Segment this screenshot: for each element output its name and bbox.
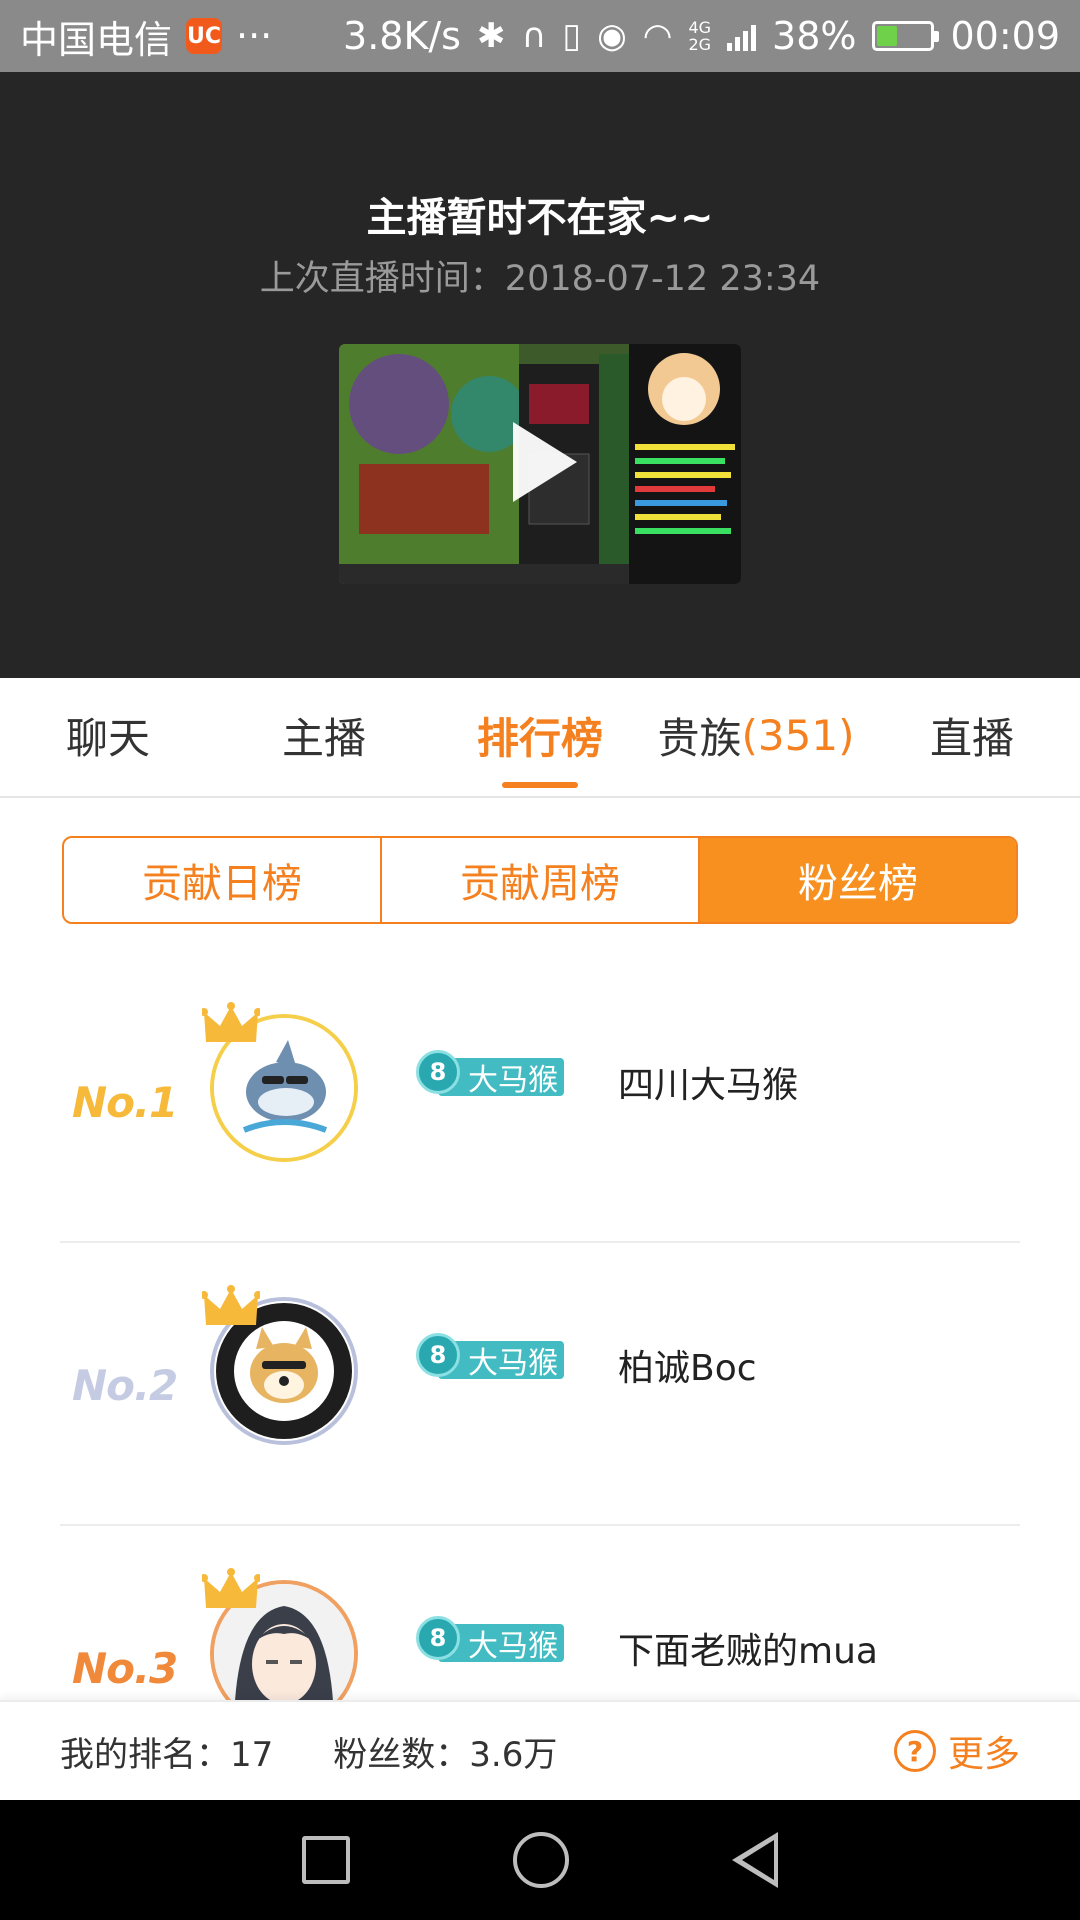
carrier-label: 中国电信 [20,17,173,62]
ranking-row[interactable]: No.2 8 大马猴 柏诚Boc [0,1243,1080,1526]
tab-bar: 聊天 主播 排行榜 贵族 (351) 直播 [0,678,1080,798]
net-speed: 3.8K/s [343,14,461,58]
network-type-icon: 4G 2G [688,19,711,53]
my-rank: 我的排名：17 [60,1734,274,1775]
rank-label: No.2 [72,1361,178,1410]
tab-chat-label: 聊天 [65,713,150,763]
replay-thumbnail[interactable] [339,344,741,584]
network-tag-4g: 4G [688,18,712,37]
segment-daily-contribution[interactable]: 贡献日榜 [64,838,380,922]
back-icon[interactable] [732,1832,779,1888]
segment-weekly-contribution[interactable]: 贡献周榜 [380,838,698,922]
fan-badge: 8 大马猴 [414,1616,564,1664]
offline-title: 主播暂时不在家~~ [366,195,714,241]
more-button[interactable]: ? 更多 [893,1725,1020,1777]
tab-ranking[interactable]: 排行榜 [432,678,648,796]
fans-count: 粉丝数：3.6万 [333,1734,558,1775]
system-nav-bar [0,1800,1080,1920]
home-icon[interactable] [512,1832,569,1888]
segment-fans[interactable]: 粉丝榜 [698,838,1016,922]
fan-badge: 8 大马猴 [414,1050,564,1098]
clock: 00:09 [950,14,1060,58]
ranking-footer: 我的排名：17 粉丝数：3.6万 ? 更多 [0,1700,1080,1800]
ranking-type-segment: 贡献日榜 贡献周榜 粉丝榜 [62,836,1018,924]
headphones-icon: ∩ [521,16,547,56]
video-player[interactable]: 主播暂时不在家~~ 上次直播时间：2018-07-12 23:34 [0,72,1080,678]
fan-level: 8 [416,1333,460,1377]
tab-nobility-count: (351) [741,710,855,760]
battery-icon [872,21,940,51]
uc-browser-icon: UC [186,18,223,54]
tab-nobility[interactable]: 贵族 (351) [648,678,864,796]
avatar[interactable] [202,1568,364,1728]
tab-chat[interactable]: 聊天 [0,678,216,796]
tab-nobility-label: 贵族 [657,713,742,763]
fan-level: 8 [416,1050,460,1094]
fan-badge: 8 大马猴 [414,1333,564,1381]
bluetooth-icon: ✱ [476,16,506,56]
avatar[interactable] [202,1285,364,1445]
user-name: 下面老贼的mua [618,1631,878,1672]
wifi-icon: ◠ [642,16,673,56]
rank-label: No.3 [72,1644,178,1693]
ranking-list: No.1 8 大马猴 四川大马猴 No.2 8 大马猴 柏诚Boc No.3 8… [0,960,1080,1809]
tab-ranking-label: 排行榜 [476,713,603,763]
eye-icon: ◉ [597,16,627,56]
user-name: 柏诚Boc [618,1348,757,1389]
battery-percent: 38% [772,14,857,58]
avatar[interactable] [202,1002,364,1162]
ranking-row[interactable]: No.1 8 大马猴 四川大马猴 [0,960,1080,1243]
signal-icon [727,21,757,51]
recent-apps-icon[interactable] [301,1836,350,1884]
tab-live-label: 直播 [929,713,1014,763]
crown-icon [202,1002,260,1042]
user-name: 四川大马猴 [618,1065,799,1106]
play-icon[interactable] [513,422,577,502]
help-icon[interactable]: ? [893,1730,936,1772]
more-notifications-icon: ··· [236,14,273,58]
rank-label: No.1 [72,1078,178,1127]
tab-live[interactable]: 直播 [864,678,1080,796]
status-bar: 中国电信 UC ··· 3.8K/s ✱ ∩ ▯ ◉ ◠ 4G 2G 38% 0… [0,0,1080,72]
crown-icon [202,1568,260,1608]
tab-anchor[interactable]: 主播 [216,678,432,796]
vibrate-icon: ▯ [562,16,582,56]
last-live-time: 上次直播时间：2018-07-12 23:34 [259,259,821,299]
more-label: 更多 [947,1734,1020,1775]
tab-anchor-label: 主播 [281,713,366,763]
network-tag-2g: 2G [688,35,712,54]
fan-level: 8 [416,1616,460,1660]
crown-icon [202,1285,260,1325]
